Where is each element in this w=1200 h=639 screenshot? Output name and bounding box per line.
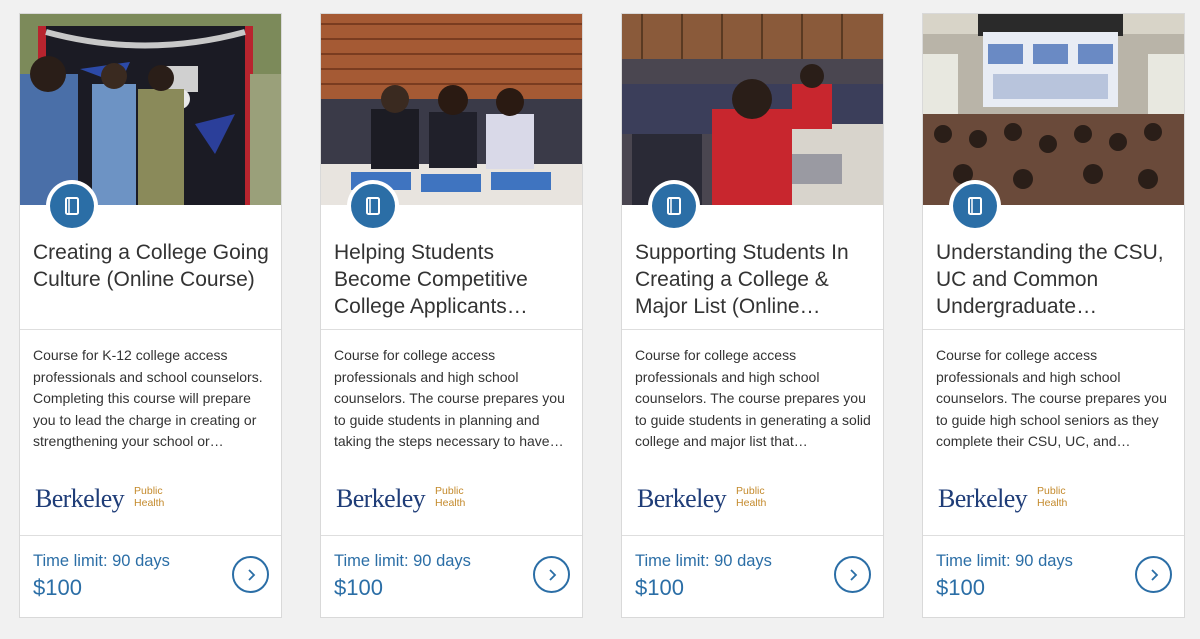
book-icon	[65, 197, 79, 215]
price: $100	[635, 575, 684, 600]
course-title[interactable]: Understanding the CSU, UC and Common Und…	[936, 239, 1176, 320]
course-type-badge	[949, 180, 1001, 232]
chevron-right-icon	[1150, 568, 1158, 581]
divider	[923, 535, 1184, 536]
provider-logo: Berkeley Public Health	[938, 484, 1067, 514]
open-course-button[interactable]	[834, 556, 871, 593]
time-limit: Time limit: 90 days	[334, 552, 471, 570]
chevron-right-icon	[849, 568, 857, 581]
divider	[20, 535, 281, 536]
book-icon	[968, 197, 982, 215]
course-type-badge	[46, 180, 98, 232]
chevron-right-icon	[247, 568, 255, 581]
divider	[321, 329, 582, 330]
divider	[622, 329, 883, 330]
time-limit: Time limit: 90 days	[936, 552, 1073, 570]
course-title[interactable]: Creating a College Going Culture (Online…	[33, 239, 273, 293]
provider-sub-line1: Public	[134, 485, 163, 497]
course-card[interactable]: Understanding the CSU, UC and Common Und…	[922, 13, 1185, 618]
divider	[923, 329, 1184, 330]
divider	[20, 329, 281, 330]
course-description: Course for college access professionals …	[635, 347, 871, 449]
price: $100	[334, 575, 383, 600]
course-description: Course for college access professionals …	[936, 347, 1167, 449]
divider	[622, 535, 883, 536]
provider-name: Berkeley	[938, 484, 1028, 513]
open-course-button[interactable]	[533, 556, 570, 593]
course-type-badge	[347, 180, 399, 232]
course-image-lecture-hall[interactable]	[923, 14, 1184, 205]
course-description: Course for college access professionals …	[334, 347, 565, 449]
provider-logo: Berkeley Public Health	[35, 484, 164, 514]
provider-name: Berkeley	[637, 484, 727, 513]
course-image-students-classroom[interactable]	[321, 14, 582, 205]
time-limit: Time limit: 90 days	[635, 552, 772, 570]
course-type-badge	[648, 180, 700, 232]
chevron-right-icon	[548, 568, 556, 581]
open-course-button[interactable]	[232, 556, 269, 593]
provider-sub-line1: Public	[435, 485, 464, 497]
provider-name: Berkeley	[336, 484, 426, 513]
price: $100	[936, 575, 985, 600]
provider-sub-line1: Public	[1037, 485, 1066, 497]
provider-sub-line2: Health	[1037, 497, 1068, 509]
provider-name: Berkeley	[35, 484, 125, 513]
course-title[interactable]: Supporting Students In Creating a Colleg…	[635, 239, 875, 320]
price: $100	[33, 575, 82, 600]
provider-logo: Berkeley Public Health	[336, 484, 465, 514]
course-card[interactable]: Helping Students Become Competitive Coll…	[320, 13, 583, 618]
course-image-college-carnival[interactable]	[20, 14, 281, 205]
course-image-students-laptops[interactable]	[622, 14, 883, 205]
course-card[interactable]: Creating a College Going Culture (Online…	[19, 13, 282, 618]
divider	[321, 535, 582, 536]
book-icon	[667, 197, 681, 215]
course-card[interactable]: Supporting Students In Creating a Colleg…	[621, 13, 884, 618]
time-limit: Time limit: 90 days	[33, 552, 170, 570]
book-icon	[366, 197, 380, 215]
course-title[interactable]: Helping Students Become Competitive Coll…	[334, 239, 574, 320]
provider-sub-line2: Health	[736, 497, 767, 509]
provider-logo: Berkeley Public Health	[637, 484, 766, 514]
provider-sub-line2: Health	[134, 497, 165, 509]
open-course-button[interactable]	[1135, 556, 1172, 593]
course-description: Course for K-12 college access professio…	[33, 347, 263, 449]
provider-sub-line2: Health	[435, 497, 466, 509]
provider-sub-line1: Public	[736, 485, 765, 497]
